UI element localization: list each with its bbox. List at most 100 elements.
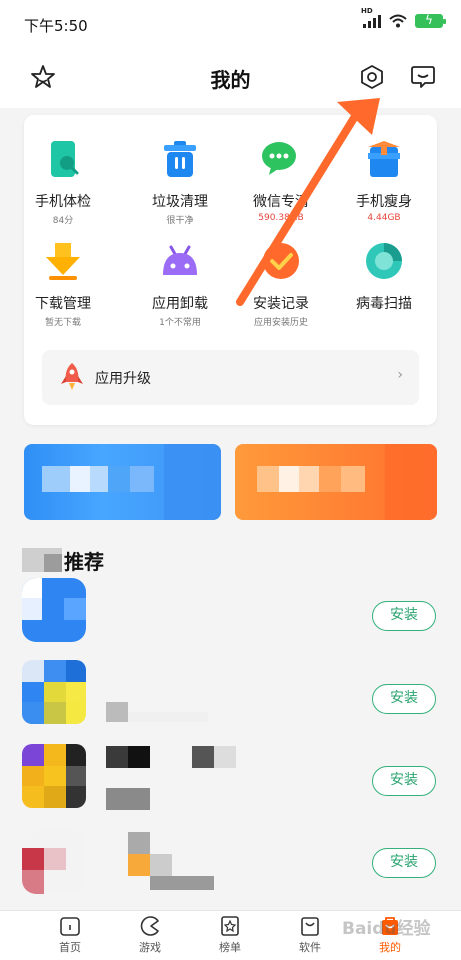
android-uninstall-icon [160,241,200,281]
tool-download-manager[interactable]: 下载管理 暂无下载 [13,241,113,328]
app-name-redacted [106,746,128,768]
tool-sub: 1个不常用 [159,318,201,328]
install-button[interactable]: 安装 [372,848,436,878]
app-icon [22,744,86,808]
tool-label: 下载管理 [35,296,91,312]
wechat-clean-icon [261,139,301,179]
tool-label: 手机瘦身 [356,194,412,210]
tool-phone-slim[interactable]: 手机瘦身 4.44GB [334,139,434,223]
tool-sub: 590.38MB [258,213,304,223]
tool-virus-scan[interactable]: 病毒扫描 [334,241,434,315]
chevron-right-icon: › [397,367,403,383]
tab-rankings[interactable]: 榜单 [190,911,270,960]
banner-mosaic-block [319,466,341,492]
install-button[interactable]: 安装 [372,601,436,631]
baidu-watermark: Baidu经验 [342,919,431,939]
tool-label: 手机体检 [35,194,91,210]
tool-label: 垃圾清理 [152,194,208,210]
tool-label: 病毒扫描 [356,296,412,312]
banner-mosaic-block [385,444,437,520]
list-item[interactable]: 安装 [0,830,461,910]
tools-card: 手机体检 84分 垃圾清理 很干净 微信专清 590.38MB 手机瘦身 4.4… [24,115,437,425]
tab-label: 首页 [59,941,81,954]
list-item[interactable]: 安装 [0,744,461,824]
list-item[interactable]: 安装 [0,660,461,740]
phone-slim-icon [364,139,404,179]
phone-checkup-icon [43,139,83,179]
app-name-redacted [214,746,236,768]
banner-mosaic-block [257,466,279,492]
status-icons: HD ϟ [361,7,446,28]
banner-mosaic-block [70,466,90,492]
tool-sub: 很干净 [166,216,194,226]
banner-mosaic-block [108,466,130,492]
signal-icon: HD [361,7,381,28]
page-header: 我的 [0,48,461,108]
app-icon [22,830,86,894]
page-title: 我的 [210,68,251,92]
promo-banner-left[interactable] [24,444,221,520]
message-box-icon[interactable] [408,62,438,92]
tool-sub: 84分 [52,216,74,226]
app-name-redacted [106,788,150,810]
gamepad-icon [138,914,162,938]
trash-can-icon [160,139,200,179]
tab-home[interactable]: 首页 [30,911,110,960]
app-name-redacted [128,746,150,768]
tool-trash-clean[interactable]: 垃圾清理 很干净 [130,139,230,226]
tab-label: 游戏 [139,941,161,954]
app-name-redacted [150,876,214,890]
battery-icon: ϟ [415,13,446,28]
download-arrow-icon [43,241,83,281]
app-name-redacted [128,854,150,876]
wifi-icon [389,14,407,28]
app-icon [22,660,86,724]
banner-mosaic-block [279,466,299,492]
tab-label: 榜单 [219,941,241,954]
app-name-redacted [128,712,208,722]
tool-phone-checkup[interactable]: 手机体检 84分 [13,139,113,226]
app-upgrade-label: 应用升级 [95,371,151,387]
app-name-redacted [128,832,150,854]
tool-sub: 暂无下载 [44,318,81,328]
tool-app-uninstall[interactable]: 应用卸载 1个不常用 [130,241,230,328]
banner-mosaic-block [299,466,319,492]
hd-badge: HD [361,7,373,15]
software-bag-icon [298,914,322,938]
tool-label: 应用卸载 [152,296,208,312]
app-name-redacted [106,702,128,722]
tool-sub: 应用安装历史 [253,318,308,328]
ranking-icon [218,914,242,938]
app-icon [22,578,86,642]
tab-games[interactable]: 游戏 [110,911,190,960]
banner-mosaic-block [341,466,365,492]
tab-label: 我的 [379,941,401,954]
app-upgrade-row[interactable]: 应用升级 › [42,350,419,405]
tool-sub: 4.44GB [367,213,401,223]
install-button[interactable]: 安装 [372,766,436,796]
app-name-redacted [150,854,172,876]
list-item[interactable]: 安装 [0,578,461,658]
app-name-redacted [106,592,236,612]
tab-label: 软件 [299,941,321,954]
banner-mosaic-block [164,444,221,520]
promo-banner-right[interactable] [235,444,437,520]
tool-install-history[interactable]: 安装记录 应用安装历史 [231,241,331,328]
recommend-mosaic [44,554,62,572]
tool-wechat-clean[interactable]: 微信专清 590.38MB [231,139,331,223]
install-history-icon [261,241,301,281]
section-title-recommend: 推荐 [64,550,104,574]
status-time: 下午5:50 [24,17,88,35]
banner-mosaic-block [130,466,154,492]
tool-label: 安装记录 [253,296,309,312]
tool-label: 微信专清 [253,194,309,210]
install-button[interactable]: 安装 [372,684,436,714]
status-bar: 下午5:50 HD ϟ [0,0,461,48]
banner-mosaic-block [90,466,108,492]
hexagon-gear-icon[interactable] [357,62,387,92]
rocket-icon [61,363,83,390]
app-name-redacted [192,746,214,768]
tab-software[interactable]: 软件 [270,911,350,960]
home-icon [58,914,82,938]
banner-mosaic-block [42,466,70,492]
